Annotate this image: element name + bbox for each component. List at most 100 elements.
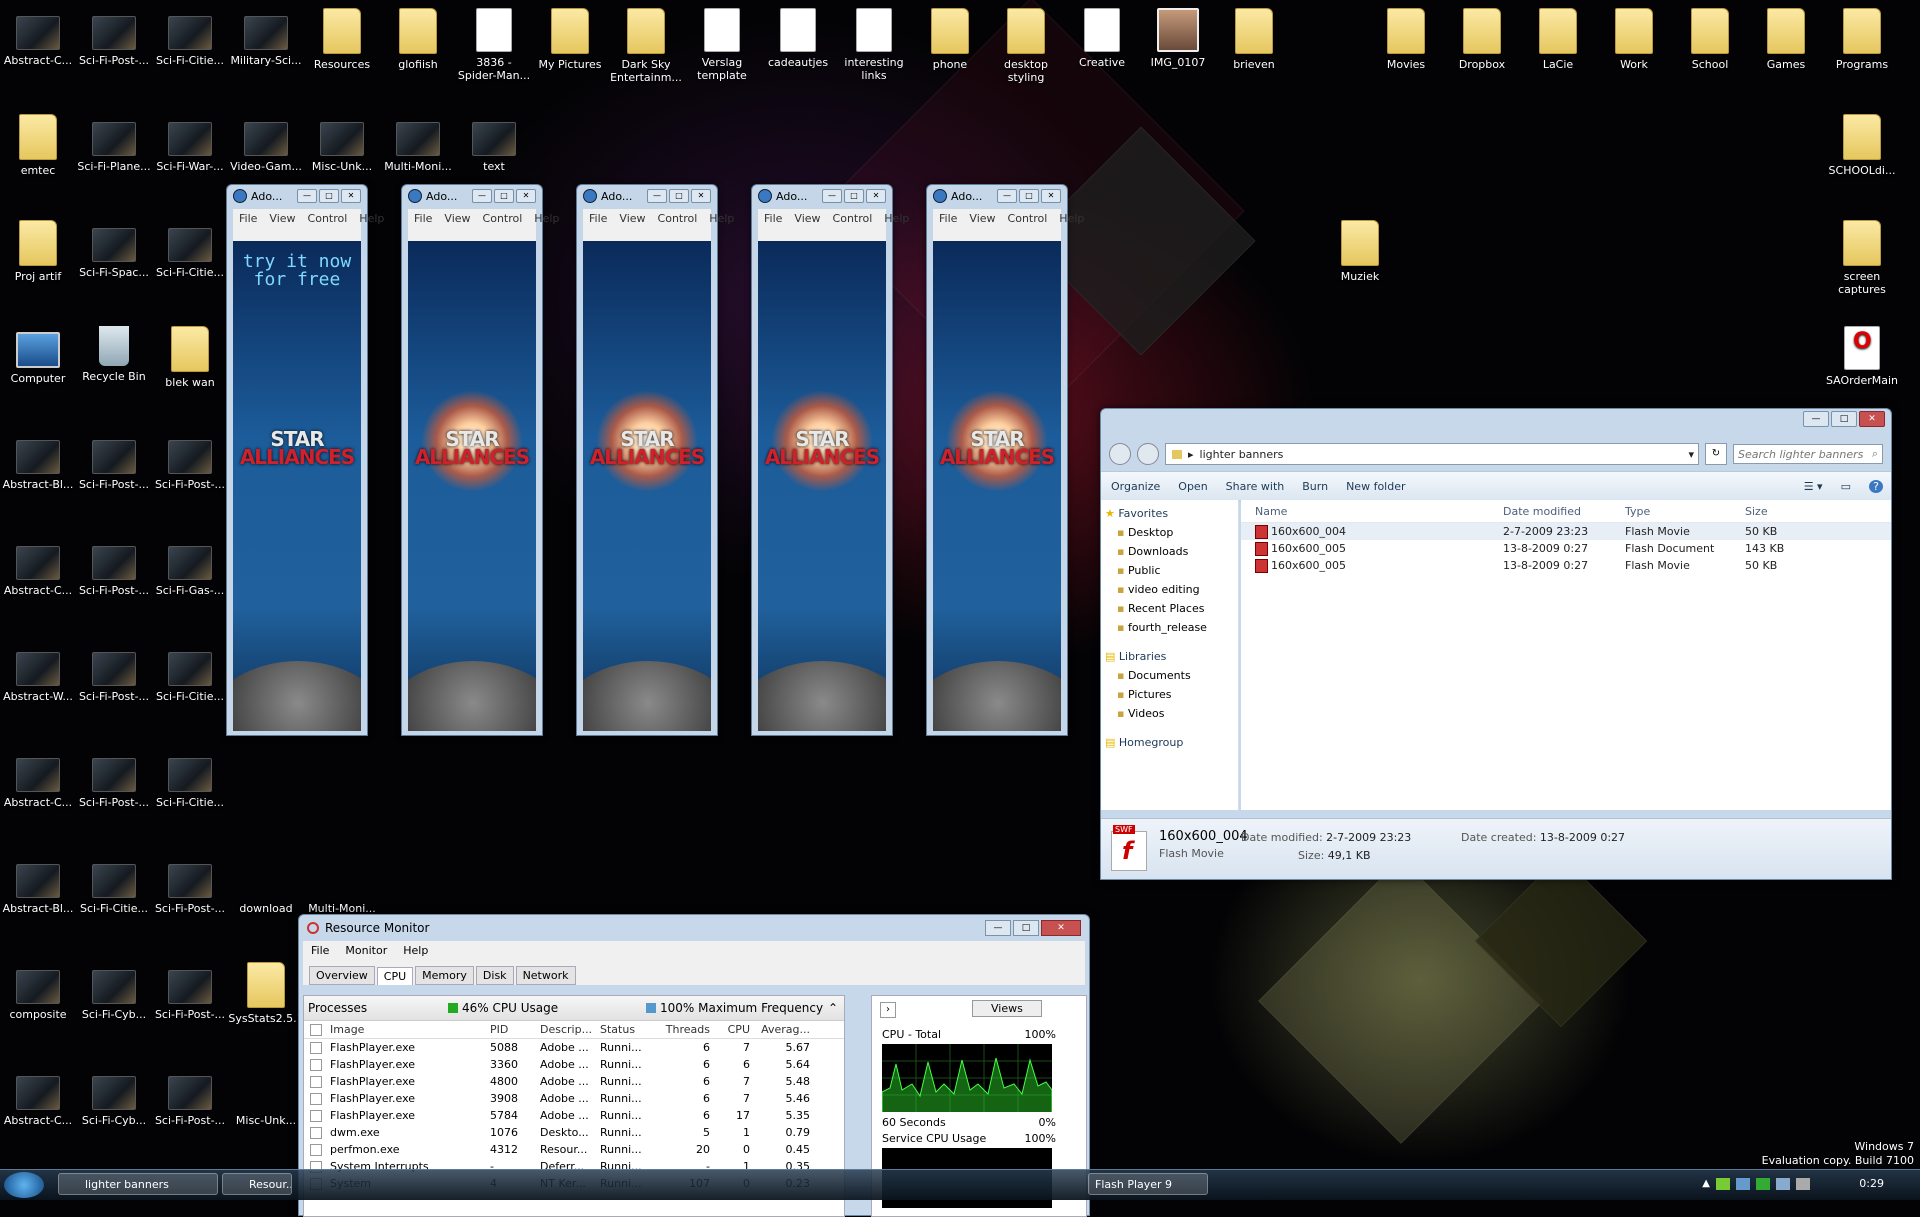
process-checkbox[interactable]: [310, 1143, 322, 1156]
command-share-with[interactable]: Share with: [1226, 480, 1285, 493]
desktop-icon-saordermain[interactable]: SAOrderMain: [1824, 326, 1900, 387]
desktop-icon-abstract-c[interactable]: Abstract-C...: [0, 1068, 76, 1127]
desktop-icon-desktop-styling[interactable]: desktop styling: [988, 8, 1064, 84]
maximize-button[interactable]: □: [1013, 920, 1039, 936]
views-button[interactable]: Views: [972, 1000, 1042, 1017]
command-organize[interactable]: Organize: [1111, 480, 1160, 493]
clock[interactable]: 0:29: [1859, 1177, 1884, 1190]
flash-player-window[interactable]: Ado... — □ ✕ File View Control Help STAR ALLIANCE…: [926, 184, 1084, 736]
nav-item-libraries[interactable]: ▤ Libraries: [1101, 647, 1238, 666]
help-icon[interactable]: ?: [1869, 479, 1883, 493]
desktop-icon-sci-fi-post[interactable]: Sci-Fi-Post-...: [152, 962, 228, 1021]
column-header-name[interactable]: Name: [1241, 505, 1503, 518]
close-button[interactable]: ✕: [341, 189, 361, 203]
flash-banner-stage[interactable]: try it now for free STAR ALLIANCES: [233, 241, 361, 731]
desktop-icon-sci-fi-post[interactable]: Sci-Fi-Post-...: [76, 750, 152, 809]
close-button[interactable]: ✕: [1859, 411, 1885, 427]
address-bar[interactable]: ▸ lighter banners ▾: [1165, 443, 1699, 465]
minimize-button[interactable]: —: [647, 189, 667, 203]
desktop-icon-img-0107[interactable]: IMG_0107: [1140, 8, 1216, 69]
desktop-icon-school[interactable]: School: [1672, 8, 1748, 71]
column-header-size[interactable]: Size: [1745, 505, 1815, 518]
desktop-icon-sci-fi-citie[interactable]: Sci-Fi-Citie...: [76, 856, 152, 915]
minimize-button[interactable]: —: [822, 189, 842, 203]
nav-item-downloads[interactable]: ▪ Downloads: [1101, 542, 1238, 561]
desktop-icon-glofiish[interactable]: glofiish: [380, 8, 456, 71]
desktop-icon-my-pictures[interactable]: My Pictures: [532, 8, 608, 71]
desktop-icon-movies[interactable]: Movies: [1368, 8, 1444, 71]
desktop-icon-sci-fi-cyb[interactable]: Sci-Fi-Cyb...: [76, 962, 152, 1021]
desktop-icon-resources[interactable]: Resources: [304, 8, 380, 71]
desktop-icon-proj-artif[interactable]: Proj artif: [0, 220, 76, 283]
desktop-icon-sci-fi-citie[interactable]: Sci-Fi-Citie...: [152, 220, 228, 279]
column-header-type[interactable]: Type: [1625, 505, 1745, 518]
desktop-icon-work[interactable]: Work: [1596, 8, 1672, 71]
column-header-cpu[interactable]: CPU: [710, 1023, 750, 1036]
tab-cpu[interactable]: CPU: [376, 967, 414, 985]
minimize-button[interactable]: —: [997, 189, 1017, 203]
desktop-icon-abstract-bl[interactable]: Abstract-Bl...: [0, 432, 76, 491]
tray-arrow-icon[interactable]: ▲: [1702, 1178, 1710, 1190]
nav-item-favorites[interactable]: ★ Favorites: [1101, 504, 1238, 523]
desktop-icon-dropbox[interactable]: Dropbox: [1444, 8, 1520, 71]
desktop-icon-dark-sky-entertainm[interactable]: Dark Sky Entertainm...: [608, 8, 684, 84]
refresh-icon[interactable]: ↻: [1705, 443, 1727, 465]
menu-item-monitor[interactable]: Monitor: [345, 944, 387, 957]
nav-item-desktop[interactable]: ▪ Desktop: [1101, 523, 1238, 542]
tray-network-icon[interactable]: [1776, 1178, 1790, 1190]
flash-player-window[interactable]: Ado... — □ ✕ File View Control Help STAR ALLIANCE…: [751, 184, 909, 736]
menu-item-file[interactable]: File: [764, 212, 782, 225]
menu-item-help[interactable]: Help: [403, 944, 428, 957]
file-row[interactable]: 160x600_005 13-8-2009 0:27 Flash Document 1…: [1241, 540, 1891, 557]
maximize-button[interactable]: □: [844, 189, 864, 203]
process-row[interactable]: FlashPlayer.exe 5784 Adobe ... Runni... 6 17 5…: [304, 1107, 844, 1124]
flash-banner-stage[interactable]: STAR ALLIANCES: [408, 241, 536, 731]
close-button[interactable]: ✕: [516, 189, 536, 203]
column-header-image[interactable]: Image: [330, 1023, 490, 1036]
preview-pane-icon[interactable]: ▭: [1841, 480, 1851, 493]
desktop-icon-video-gam[interactable]: Video-Gam...: [228, 114, 304, 173]
tray-app2-icon[interactable]: [1756, 1178, 1770, 1190]
desktop-icon-download[interactable]: download: [228, 856, 304, 915]
start-button[interactable]: [4, 1172, 44, 1198]
process-row[interactable]: FlashPlayer.exe 5088 Adobe ... Runni... 6 7 5.…: [304, 1039, 844, 1056]
desktop-icon-interesting-links[interactable]: interesting links: [836, 8, 912, 82]
desktop-icon-sci-fi-post[interactable]: Sci-Fi-Post-...: [76, 8, 152, 67]
tray-app-icon[interactable]: [1716, 1178, 1730, 1190]
tray-dropbox-icon[interactable]: [1736, 1178, 1750, 1190]
views-icon[interactable]: ☰ ▾: [1804, 480, 1823, 493]
file-row[interactable]: 160x600_005 13-8-2009 0:27 Flash Movie 50 K…: [1241, 557, 1891, 574]
menu-item-help[interactable]: Help: [534, 212, 559, 225]
column-header-status[interactable]: Status: [600, 1023, 660, 1036]
desktop-icon-sci-fi-post[interactable]: Sci-Fi-Post-...: [76, 432, 152, 491]
minimize-button[interactable]: —: [1803, 411, 1829, 427]
menu-item-view[interactable]: View: [794, 212, 820, 225]
desktop-icon-abstract-bl[interactable]: Abstract-Bl...: [0, 856, 76, 915]
desktop-icon-military-sci[interactable]: Military-Sci...: [228, 8, 304, 67]
nav-item-pictures[interactable]: ▪ Pictures: [1101, 685, 1238, 704]
minimize-button[interactable]: —: [472, 189, 492, 203]
desktop-icon-emtec[interactable]: emtec: [0, 114, 76, 177]
close-button[interactable]: ✕: [1041, 920, 1081, 936]
column-header-pid[interactable]: PID: [490, 1023, 540, 1036]
expand-icon[interactable]: ›: [880, 1002, 896, 1018]
tab-disk[interactable]: Disk: [475, 966, 514, 985]
desktop-icon-sci-fi-citie[interactable]: Sci-Fi-Citie...: [152, 8, 228, 67]
menu-item-help[interactable]: Help: [884, 212, 909, 225]
tray-volume-icon[interactable]: [1796, 1178, 1810, 1190]
menu-item-control[interactable]: Control: [483, 212, 523, 225]
maximize-button[interactable]: □: [1831, 411, 1857, 427]
desktop-icon-phone[interactable]: phone: [912, 8, 988, 71]
desktop-icon-schooldi[interactable]: SCHOOLdi...: [1824, 114, 1900, 177]
command-new-folder[interactable]: New folder: [1346, 480, 1405, 493]
desktop-icon-sysstats2-5-1[interactable]: SysStats2.5.1: [228, 962, 304, 1025]
menu-item-help[interactable]: Help: [359, 212, 384, 225]
taskbar-button-flash[interactable]: Flash Player 9: [1088, 1173, 1208, 1195]
desktop-icon-sci-fi-post[interactable]: Sci-Fi-Post-...: [152, 432, 228, 491]
desktop-icon-sci-fi-gas[interactable]: Sci-Fi-Gas-...: [152, 538, 228, 597]
process-checkbox[interactable]: [310, 1092, 322, 1105]
nav-item-video-editing[interactable]: ▪ video editing: [1101, 580, 1238, 599]
process-checkbox[interactable]: [310, 1058, 322, 1071]
command-burn[interactable]: Burn: [1302, 480, 1328, 493]
tab-overview[interactable]: Overview: [309, 966, 375, 985]
